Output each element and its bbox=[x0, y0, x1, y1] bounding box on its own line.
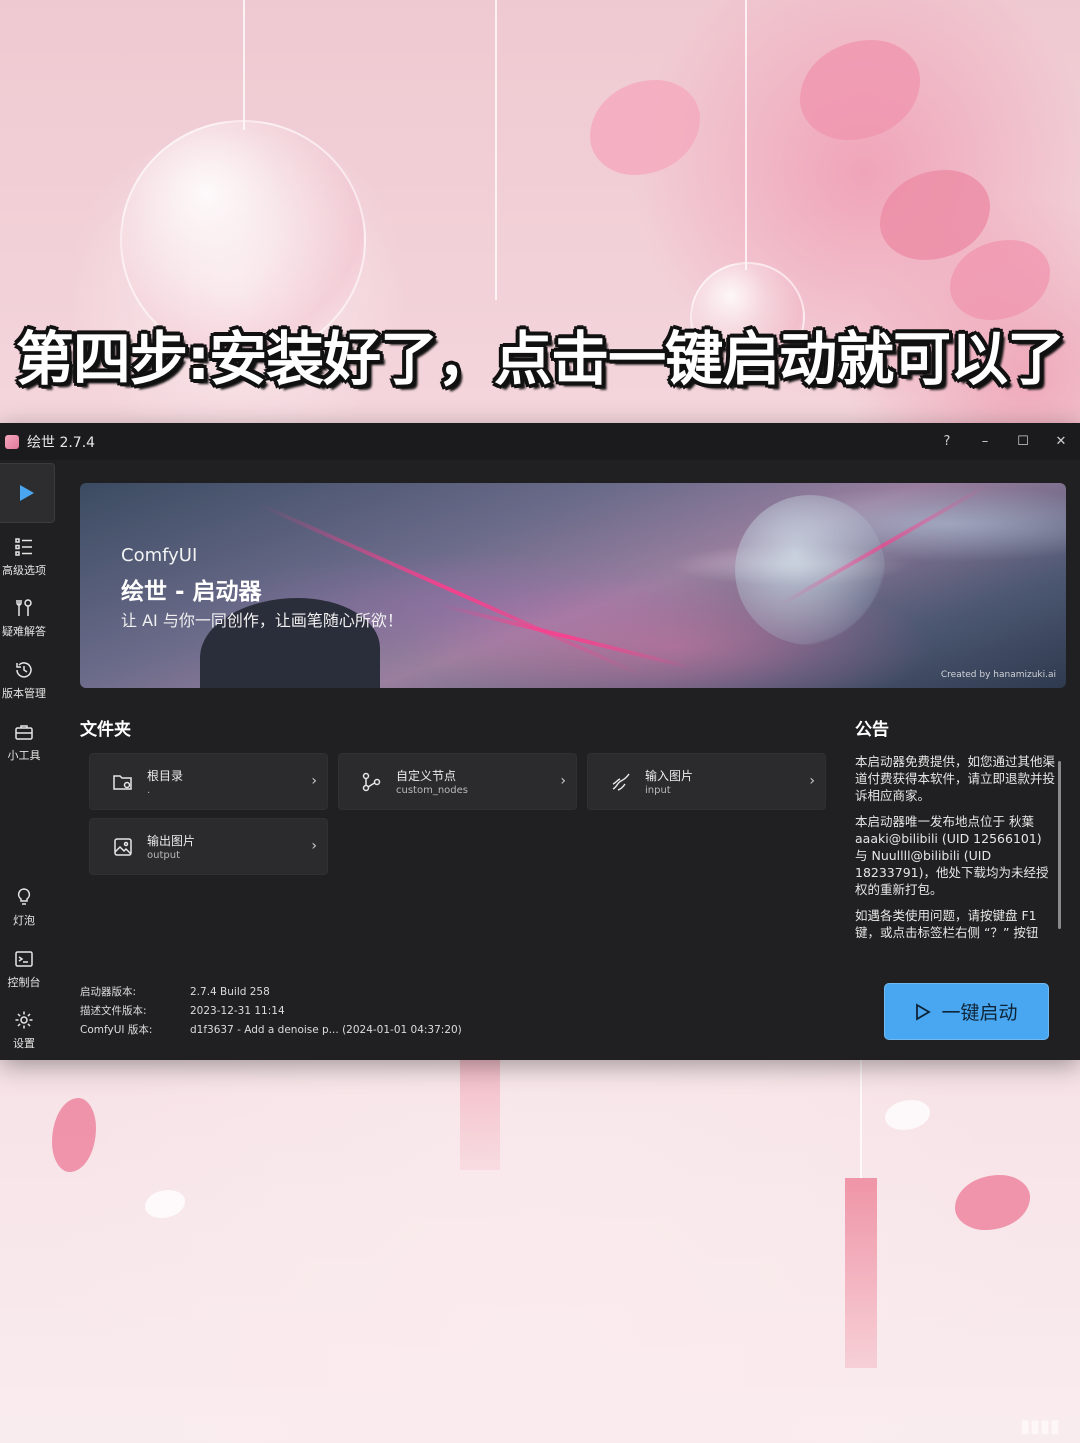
sidebar-item-troubleshoot[interactable]: 疑难解答 bbox=[0, 598, 48, 639]
banner-credit: Created by hanamizuki.ai bbox=[940, 670, 1056, 680]
maximize-button[interactable]: ☐ bbox=[1004, 423, 1042, 460]
chevron-right-icon: › bbox=[809, 773, 815, 789]
banner-streak bbox=[439, 603, 693, 670]
launch-button[interactable]: 一键启动 bbox=[884, 983, 1049, 1040]
card-title: 输入图片 bbox=[645, 769, 694, 783]
folders-title: 文件夹 bbox=[80, 720, 131, 740]
chevron-right-icon: › bbox=[560, 773, 566, 789]
bubble-string bbox=[243, 0, 245, 130]
launcher-version-row: 启动器版本: 2.7.4 Build 258 bbox=[80, 984, 270, 999]
notice-body[interactable]: 本启动器免费提供，如您通过其他渠道付费获得本软件，请立即退款并投诉相应商家。 本… bbox=[855, 753, 1055, 958]
launcher-version-value: 2.7.4 Build 258 bbox=[190, 986, 270, 998]
help-button[interactable]: ? bbox=[928, 423, 966, 460]
app-icon bbox=[5, 434, 19, 449]
notice-paragraph: 本启动器免费提供，如您通过其他渠道付费获得本软件，请立即退款并投诉相应商家。 bbox=[855, 754, 1055, 803]
notice-paragraph: 本启动器唯一发布地点位于 秋葉aaaki@bilibili (UID 12566… bbox=[855, 814, 1049, 897]
play-icon bbox=[20, 485, 34, 501]
folder-card-output[interactable]: 输出图片 output › bbox=[89, 818, 328, 875]
sidebar-item-tools[interactable]: 小工具 bbox=[0, 722, 48, 763]
sidebar-item-bulb[interactable]: 灯泡 bbox=[0, 887, 48, 928]
bubble-string bbox=[860, 1060, 862, 1180]
banner-slogan: 让 AI 与你一同创作，让画笔随心所欲！ bbox=[121, 611, 403, 630]
card-title: 自定义节点 bbox=[396, 769, 457, 783]
sidebar-item-versions[interactable]: 版本管理 bbox=[0, 660, 48, 701]
window-controls: ? – ☐ ✕ bbox=[928, 423, 1080, 460]
sidebar-item-label: 版本管理 bbox=[2, 687, 46, 700]
card-subtitle: output bbox=[147, 850, 180, 861]
comfy-version-value: d1f3637 - Add a denoise p... (2024-01-01… bbox=[190, 1024, 462, 1036]
sidebar-item-label: 灯泡 bbox=[13, 914, 35, 927]
card-subtitle: . bbox=[147, 785, 151, 796]
launch-label: 一键启动 bbox=[941, 1002, 1018, 1024]
comfy-version-row: ComfyUI 版本: d1f3637 - Add a denoise p... … bbox=[80, 1022, 462, 1037]
sidebar-item-label: 疑难解答 bbox=[2, 625, 46, 638]
watermark: ▮▮▮▮ bbox=[1020, 1416, 1060, 1437]
notice-paragraph: 如遇各类使用问题，请按键盘 F1 键，或点击标签栏右侧 “？” 按钮 bbox=[855, 908, 1039, 940]
sidebar-item-label: 高级选项 bbox=[2, 564, 46, 577]
sidebar-item-label: 小工具 bbox=[7, 749, 41, 762]
banner-moon bbox=[735, 495, 885, 645]
card-subtitle: input bbox=[645, 785, 671, 796]
folder-card-custom-nodes[interactable]: 自定义节点 custom_nodes › bbox=[338, 753, 577, 810]
lightbulb-icon bbox=[17, 888, 31, 905]
notice-title: 公告 bbox=[855, 720, 889, 740]
list-icon bbox=[15, 538, 32, 556]
folder-icon bbox=[113, 775, 132, 790]
card-title: 根目录 bbox=[147, 769, 184, 783]
tools-icon bbox=[16, 599, 32, 616]
desc-version-value: 2023-12-31 11:14 bbox=[190, 1005, 285, 1017]
hero-banner: ComfyUI 绘世 - 启动器 让 AI 与你一同创作，让画笔随心所欲！ Cr… bbox=[80, 483, 1066, 688]
folder-card-input[interactable]: 输入图片 input › bbox=[587, 753, 826, 810]
sidebar-item-advanced[interactable]: 高级选项 bbox=[0, 537, 48, 578]
bubble-string bbox=[745, 0, 747, 270]
banner-subtitle: ComfyUI bbox=[121, 545, 198, 566]
play-outline-icon bbox=[916, 1002, 932, 1021]
input-image-icon bbox=[612, 773, 630, 791]
sidebar-item-console[interactable]: 控制台 bbox=[0, 949, 48, 990]
nodes-icon bbox=[362, 772, 381, 792]
desc-version-label: 描述文件版本: bbox=[80, 1005, 147, 1017]
notice-scrollbar[interactable] bbox=[1058, 761, 1061, 929]
banner-title: 绘世 - 启动器 bbox=[121, 579, 262, 605]
chevron-right-icon: › bbox=[311, 773, 317, 789]
comfy-version-label: ComfyUI 版本: bbox=[80, 1024, 153, 1036]
desc-version-row: 描述文件版本: 2023-12-31 11:14 bbox=[80, 1003, 285, 1018]
launcher-version-label: 启动器版本: bbox=[80, 986, 137, 998]
sidebar: 高级选项 疑难解答 版本管理 小工具 灯泡 控制台 设置 bbox=[0, 460, 56, 1060]
app-window: 绘世 2.7.4 ? – ☐ ✕ 高级选项 疑难解答 版本管理 小工具 灯泡 控… bbox=[0, 423, 1080, 1060]
image-icon bbox=[114, 838, 132, 856]
minimize-button[interactable]: – bbox=[966, 423, 1004, 460]
close-button[interactable]: ✕ bbox=[1042, 423, 1080, 460]
card-subtitle: custom_nodes bbox=[396, 785, 468, 796]
window-title: 绘世 2.7.4 bbox=[27, 434, 96, 451]
toolbox-icon bbox=[15, 725, 33, 740]
wind-chime-tag bbox=[845, 1178, 877, 1368]
sidebar-item-label: 设置 bbox=[13, 1037, 35, 1050]
gear-icon bbox=[15, 1011, 33, 1029]
title-bar: 绘世 2.7.4 ? – ☐ ✕ bbox=[0, 423, 1080, 460]
bubble-string bbox=[495, 0, 497, 300]
sidebar-item-label: 控制台 bbox=[7, 976, 41, 989]
card-title: 输出图片 bbox=[147, 834, 196, 848]
sidebar-item-launch[interactable] bbox=[0, 463, 55, 523]
step-caption: 第四步:安装好了，点击一键启动就可以了 bbox=[15, 325, 1065, 393]
folder-card-root[interactable]: 根目录 . › bbox=[89, 753, 328, 810]
terminal-icon bbox=[15, 951, 33, 967]
chevron-right-icon: › bbox=[311, 838, 317, 854]
sidebar-item-settings[interactable]: 设置 bbox=[0, 1010, 48, 1051]
history-icon bbox=[16, 662, 32, 678]
wind-chime-tag bbox=[460, 1060, 500, 1170]
